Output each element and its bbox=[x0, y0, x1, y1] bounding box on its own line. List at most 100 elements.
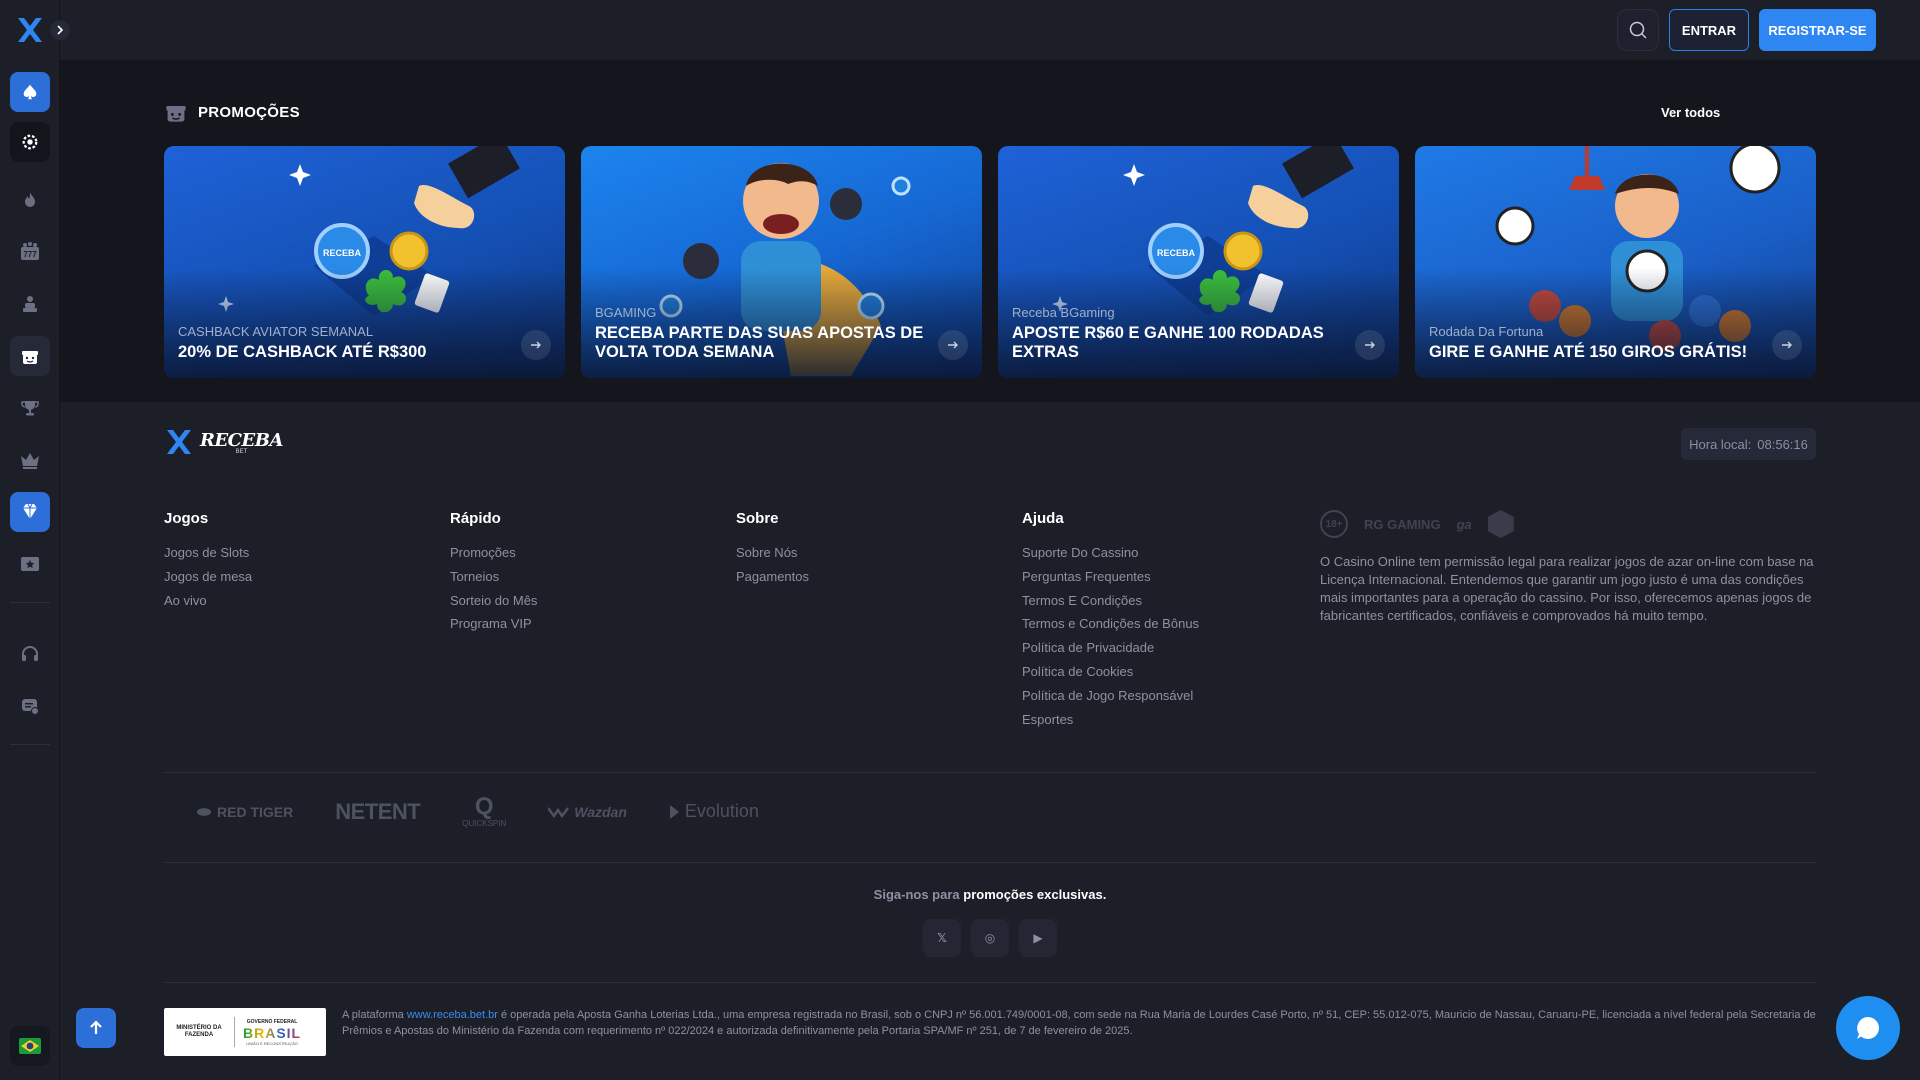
footer-link[interactable]: Política de Jogo Responsável bbox=[1022, 684, 1199, 708]
arrow-right-icon bbox=[1365, 341, 1375, 349]
search-button[interactable] bbox=[1617, 9, 1659, 51]
promo-card-arrow-button[interactable] bbox=[938, 330, 968, 360]
footer-link[interactable]: Perguntas Frequentes bbox=[1022, 565, 1199, 589]
footer-column-games: Jogos Jogos de Slots Jogos de mesa Ao vi… bbox=[164, 510, 252, 612]
footer-column-about: Sobre Sobre Nós Pagamentos bbox=[736, 510, 809, 589]
promo-card-arrow-button[interactable] bbox=[521, 330, 551, 360]
footer-logo[interactable]: RECEBA BET bbox=[164, 428, 283, 456]
x-twitter-link[interactable]: 𝕏 bbox=[923, 919, 961, 957]
promo-card-subtitle: CASHBACK AVIATOR SEMANAL bbox=[178, 324, 374, 339]
license-description: O Casino Online tem permissão legal para… bbox=[1320, 554, 1814, 623]
footer-link[interactable]: Ao vivo bbox=[164, 589, 252, 613]
ministry-label: MINISTÉRIO DA FAZENDA bbox=[176, 1025, 222, 1038]
promo-card-wheel-of-fortune[interactable]: Rodada Da Fortuna GIRE E GANHE ATÉ 150 G… bbox=[1415, 146, 1816, 378]
promo-card-arrow-button[interactable] bbox=[1355, 330, 1385, 360]
footer-link[interactable]: Pagamentos bbox=[736, 565, 809, 589]
sidebar-item-promotions[interactable] bbox=[10, 336, 50, 376]
instagram-icon: ◎ bbox=[984, 931, 996, 945]
footer-link[interactable]: Promoções bbox=[450, 541, 537, 565]
sidebar-item-vip-club[interactable] bbox=[10, 492, 50, 532]
instagram-link[interactable]: ◎ bbox=[971, 919, 1009, 957]
slots-777-icon: 777 bbox=[21, 242, 39, 260]
sidebar-item-vip[interactable] bbox=[10, 440, 50, 480]
login-button[interactable]: ENTRAR bbox=[1669, 9, 1749, 51]
sidebar-item-casino[interactable] bbox=[10, 72, 50, 112]
tiger-icon bbox=[197, 807, 211, 816]
follow-us-highlight: promoções exclusivas. bbox=[963, 887, 1107, 902]
rg-gaming-badge: RG GAMING bbox=[1364, 516, 1441, 532]
sidebar-item-slots[interactable]: 777 bbox=[10, 232, 50, 272]
footer-link[interactable]: Sobre Nós bbox=[736, 541, 809, 565]
footer-link[interactable]: Termos E Condições bbox=[1022, 589, 1199, 613]
sidebar-item-live-dealer[interactable] bbox=[10, 284, 50, 324]
sidebar-item-live-casino[interactable] bbox=[10, 122, 50, 162]
svg-text:RECEBA: RECEBA bbox=[1157, 248, 1196, 258]
follow-us-label: Siga-nos para bbox=[873, 887, 960, 902]
sidebar-divider bbox=[10, 602, 50, 603]
sidebar-item-support[interactable] bbox=[10, 634, 50, 674]
crown-icon bbox=[21, 453, 39, 469]
svg-text:RECEBA: RECEBA bbox=[323, 248, 362, 258]
see-all-link[interactable]: Ver todos bbox=[1661, 105, 1720, 120]
top-bar: ENTRAR REGISTRAR-SE bbox=[60, 0, 1920, 60]
website-link[interactable]: www.receba.bet.br bbox=[407, 1009, 498, 1021]
x-icon: 𝕏 bbox=[937, 931, 947, 945]
sidebar-item-tournaments[interactable] bbox=[10, 388, 50, 428]
receba-x-logo-icon bbox=[167, 430, 191, 454]
footer-divider bbox=[164, 772, 1816, 773]
promo-card-cashback[interactable]: RECEBA CASHBACK AVIATOR SEMANAL 20% DE C… bbox=[164, 146, 565, 378]
local-time-value: 08:56:16 bbox=[1757, 436, 1808, 452]
provider-wazdan: Wazdan bbox=[548, 804, 627, 820]
promo-card-title: APOSTE R$60 E GANHE 100 RODADAS EXTRAS bbox=[1012, 324, 1324, 361]
promo-card-subtitle: Receba BGaming bbox=[1012, 305, 1115, 320]
government-logo: MINISTÉRIO DA FAZENDA GOVERNO FEDERAL BR… bbox=[164, 1008, 326, 1056]
footer-link[interactable]: Esportes bbox=[1022, 708, 1199, 732]
provider-name: RED TIGER bbox=[217, 803, 294, 820]
promo-card-arrow-button[interactable] bbox=[1772, 330, 1802, 360]
sidebar-item-faq[interactable] bbox=[10, 686, 50, 726]
social-links: 𝕏 ◎ ▶ bbox=[923, 919, 1057, 957]
receba-x-logo-icon bbox=[18, 18, 42, 42]
chat-settings-icon bbox=[22, 699, 39, 715]
provider-name: QUICKSPIN bbox=[462, 819, 507, 828]
logo-divider bbox=[234, 1017, 235, 1047]
footer-link[interactable]: Programa VIP bbox=[450, 612, 537, 636]
promo-card-receba-bgaming[interactable]: RECEBA Receba BGaming APOSTE R$60 E GANH… bbox=[998, 146, 1399, 378]
sidebar-item-lottery[interactable] bbox=[10, 544, 50, 584]
promotions-header: PROMOÇÕES bbox=[164, 100, 300, 124]
sidebar-collapse-button[interactable] bbox=[50, 20, 70, 40]
language-selector[interactable] bbox=[10, 1026, 50, 1066]
sidebar-item-hot[interactable] bbox=[10, 180, 50, 220]
promotions-title: PROMOÇÕES bbox=[198, 103, 300, 121]
footer-link[interactable]: Suporte Do Cassino bbox=[1022, 541, 1199, 565]
wazdan-w-icon bbox=[548, 806, 570, 818]
footer-link[interactable]: Jogos de Slots bbox=[164, 541, 252, 565]
youtube-link[interactable]: ▶ bbox=[1019, 919, 1057, 957]
footer-column-help: Ajuda Suporte Do Cassino Perguntas Frequ… bbox=[1022, 510, 1199, 731]
promo-card-title: RECEBA PARTE DAS SUAS APOSTAS DE VOLTA T… bbox=[595, 324, 924, 361]
footer-link[interactable]: Torneios bbox=[450, 565, 537, 589]
promo-card-bgaming[interactable]: BGAMING RECEBA PARTE DAS SUAS APOSTAS DE… bbox=[581, 146, 982, 378]
dealer-icon bbox=[23, 296, 37, 312]
register-button[interactable]: REGISTRAR-SE bbox=[1759, 9, 1876, 51]
footer-link[interactable]: Jogos de mesa bbox=[164, 565, 252, 589]
footer-column-quick: Rápido Promoções Torneios Sorteio do Mês… bbox=[450, 510, 537, 636]
provider-red-tiger: RED TIGER bbox=[195, 804, 293, 820]
gamblers-anonymous-badge: ga bbox=[1456, 516, 1472, 532]
arrow-right-icon bbox=[531, 341, 541, 349]
footer-link[interactable]: Termos e Condições de Bônus bbox=[1022, 612, 1199, 636]
footer-link[interactable]: Política de Cookies bbox=[1022, 660, 1199, 684]
youtube-icon: ▶ bbox=[1033, 931, 1043, 945]
footer-link[interactable]: Política de Privacidade bbox=[1022, 636, 1199, 660]
chat-bubble-icon bbox=[1857, 1017, 1879, 1039]
license-shield-icon bbox=[1487, 510, 1514, 538]
brasil-logo: GOVERNO FEDERAL BRASIL UNIÃO E RECONSTRU… bbox=[243, 1019, 301, 1046]
casino-chip-icon bbox=[22, 134, 38, 150]
scroll-to-top-button[interactable] bbox=[76, 1008, 116, 1048]
svg-text:777: 777 bbox=[23, 250, 37, 259]
spade-icon bbox=[23, 84, 37, 100]
footer-link[interactable]: Sorteio do Mês bbox=[450, 589, 537, 613]
live-chat-button[interactable] bbox=[1836, 996, 1900, 1060]
footer-column-title: Jogos bbox=[164, 510, 209, 527]
compliance-badges: 18+ RG GAMING ga bbox=[1320, 510, 1514, 538]
